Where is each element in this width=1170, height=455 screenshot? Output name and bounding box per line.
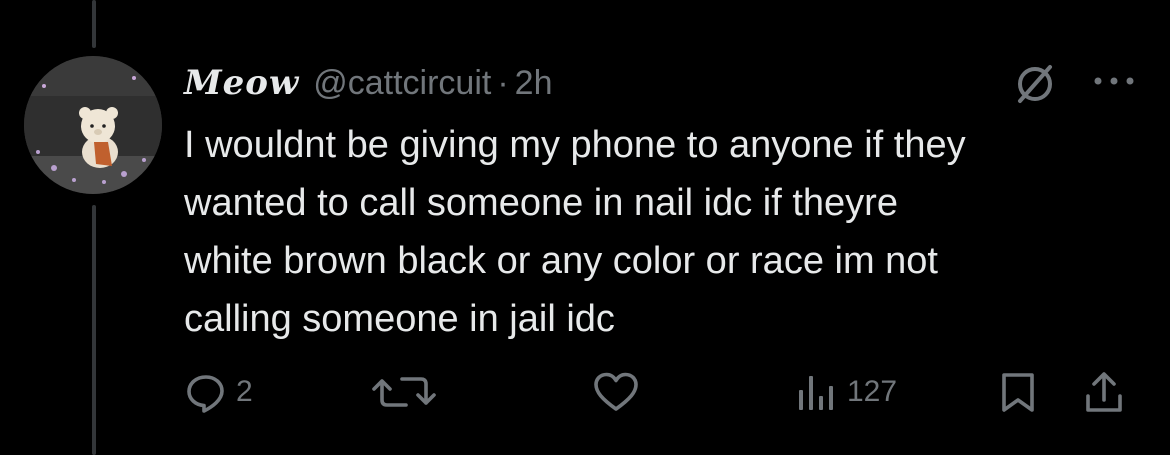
separator-dot: · [497, 63, 509, 102]
display-name[interactable]: Meow [184, 63, 299, 103]
avatar[interactable] [24, 56, 162, 194]
timestamp[interactable]: 2h [515, 64, 553, 103]
share-upload-icon [1086, 372, 1122, 412]
bookmark-button[interactable] [996, 368, 1040, 416]
speech-bubble-icon [187, 375, 224, 413]
thread-line-top [92, 0, 96, 48]
views-button[interactable]: 127 [795, 368, 897, 416]
like-button[interactable] [592, 368, 640, 416]
thread-line-bottom [92, 205, 96, 455]
tweet-header: Meow @cattcircuit · 2h [184, 58, 552, 108]
circle-slash-icon[interactable] [1013, 62, 1057, 106]
bar-chart-icon [799, 376, 833, 410]
avatar-image [24, 56, 162, 194]
reply-count: 2 [236, 375, 253, 408]
heart-icon [594, 372, 638, 411]
share-button[interactable] [1082, 368, 1126, 416]
user-handle[interactable]: @cattcircuit [313, 64, 491, 103]
bookmark-icon [1002, 373, 1034, 412]
retweet-arrows-icon [372, 377, 436, 407]
tweet-actions: 2 127 [0, 368, 1170, 416]
views-count: 127 [847, 375, 898, 408]
retweet-button[interactable] [372, 368, 436, 416]
tweet-text: I wouldnt be giving my phone to anyone i… [184, 124, 966, 340]
ellipsis-icon[interactable] [1088, 64, 1140, 98]
reply-button[interactable]: 2 [184, 368, 253, 416]
